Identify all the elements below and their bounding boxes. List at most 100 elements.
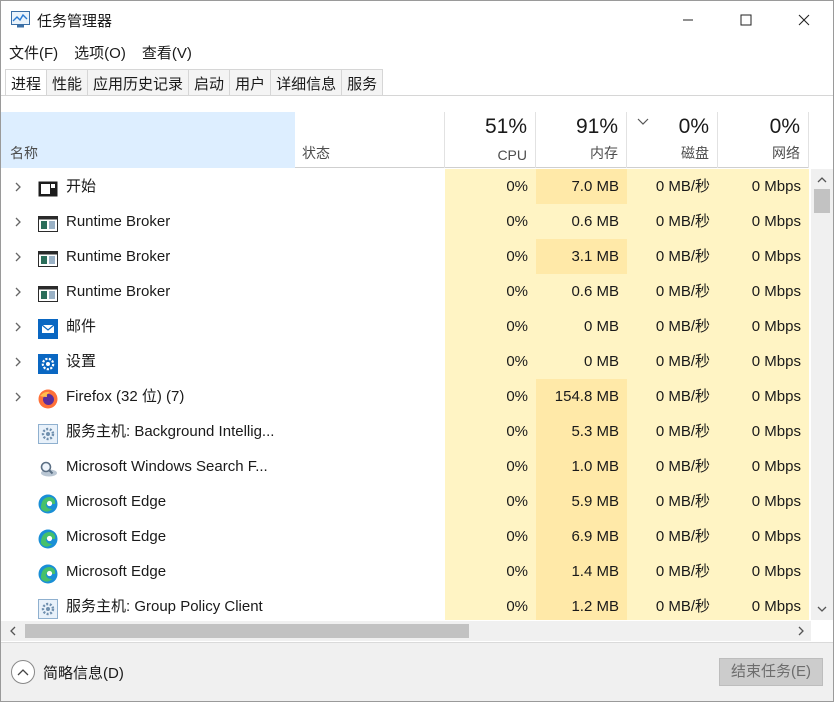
process-name: Microsoft Edge: [66, 563, 167, 580]
memory-value: 1.0 MB: [536, 449, 627, 484]
edge-icon: [38, 527, 58, 549]
vertical-scrollbar[interactable]: [811, 169, 833, 620]
close-icon: [798, 14, 810, 26]
process-row[interactable]: 服务主机: Background Intellig... 0% 5.3 MB 0 MB…: [1, 414, 809, 449]
process-row[interactable]: 设置 0% 0 MB 0 MB/秒 0 Mbps: [1, 344, 809, 379]
scroll-right-button[interactable]: [793, 623, 809, 639]
tab-processes[interactable]: 进程: [5, 69, 48, 96]
expand-chevron-icon[interactable]: [7, 344, 29, 379]
column-header-memory[interactable]: 91% 内存: [536, 112, 627, 168]
memory-total-percent: 91%: [575, 115, 618, 138]
process-name: 服务主机: Background Intellig...: [66, 423, 275, 440]
process-row[interactable]: 邮件 0% 0 MB 0 MB/秒 0 Mbps: [1, 309, 809, 344]
fewer-details-label: 简略信息(D): [43, 664, 124, 682]
horizontal-scrollbar[interactable]: [1, 621, 811, 641]
firefox-icon: [38, 387, 58, 409]
process-name: 服务主机: Group Policy Client: [66, 598, 263, 615]
expand-chevron-icon[interactable]: [7, 274, 29, 309]
expand-chevron-icon[interactable]: [7, 169, 29, 204]
column-header-name-label: 名称: [10, 145, 38, 161]
scroll-up-button[interactable]: [814, 171, 830, 187]
expand-chevron-icon[interactable]: [7, 309, 29, 344]
memory-value: 7.0 MB: [536, 169, 627, 204]
network-total-percent: 0%: [769, 115, 800, 138]
scroll-left-button[interactable]: [4, 623, 20, 639]
process-name: Firefox (32 位) (7): [66, 388, 185, 405]
disk-value: 0 MB/秒: [627, 519, 718, 554]
cpu-value: 0%: [445, 414, 536, 449]
memory-value: 0.6 MB: [536, 204, 627, 239]
maximize-button[interactable]: [717, 1, 775, 39]
network-value: 0 Mbps: [718, 449, 809, 484]
tab-startup[interactable]: 启动: [188, 69, 231, 95]
process-row[interactable]: Runtime Broker 0% 0.6 MB 0 MB/秒 0 Mbps: [1, 274, 809, 309]
maximize-icon: [740, 14, 752, 26]
menu-options[interactable]: 选项(O): [66, 39, 134, 65]
process-row[interactable]: Microsoft Windows Search F... 0% 1.0 MB 0 M…: [1, 449, 809, 484]
process-name: Microsoft Edge: [66, 528, 167, 545]
process-row[interactable]: 开始 0% 7.0 MB 0 MB/秒 0 Mbps: [1, 169, 809, 204]
runtime-broker-icon: [38, 212, 58, 232]
menu-file[interactable]: 文件(F): [1, 39, 66, 65]
network-value: 0 Mbps: [718, 274, 809, 309]
network-value: 0 Mbps: [718, 379, 809, 414]
task-manager-icon: [11, 11, 30, 28]
column-header-network[interactable]: 0% 网络: [718, 112, 809, 168]
disk-value: 0 MB/秒: [627, 484, 718, 519]
title-bar[interactable]: 任务管理器: [1, 1, 833, 39]
disk-value: 0 MB/秒: [627, 379, 718, 414]
horizontal-scroll-thumb[interactable]: [25, 624, 469, 638]
memory-value: 0.6 MB: [536, 274, 627, 309]
end-task-button[interactable]: 结束任务(E): [719, 658, 823, 686]
fewer-details-button[interactable]: 简略信息(D): [11, 660, 124, 684]
expand-chevron-icon[interactable]: [7, 204, 29, 239]
runtime-broker-icon: [38, 282, 58, 302]
vertical-scroll-thumb[interactable]: [814, 189, 830, 213]
minimize-button[interactable]: [659, 1, 717, 39]
tab-app-history[interactable]: 应用历史记录: [87, 69, 190, 95]
cpu-value: 0%: [445, 554, 536, 589]
column-header-name[interactable]: 名称: [1, 112, 295, 168]
memory-value: 1.4 MB: [536, 554, 627, 589]
disk-value: 0 MB/秒: [627, 589, 718, 620]
disk-value: 0 MB/秒: [627, 239, 718, 274]
menu-view[interactable]: 查看(V): [134, 39, 200, 65]
process-row[interactable]: 服务主机: Group Policy Client 0% 1.2 MB 0 MB/秒 0…: [1, 589, 809, 620]
network-value: 0 Mbps: [718, 519, 809, 554]
process-row[interactable]: Microsoft Edge 0% 1.4 MB 0 MB/秒 0 Mbps: [1, 554, 809, 589]
process-list: 开始 0% 7.0 MB 0 MB/秒 0 Mbps Runtime Broker 0% 0.…: [1, 169, 809, 620]
column-header: 名称 状态 51% CPU 91% 内存 0% 磁盘 0% 网络: [1, 112, 809, 168]
cpu-value: 0%: [445, 239, 536, 274]
tab-users[interactable]: 用户: [229, 69, 272, 95]
process-row[interactable]: Firefox (32 位) (7) 0% 154.8 MB 0 MB/秒 0 Mbps: [1, 379, 809, 414]
disk-value: 0 MB/秒: [627, 449, 718, 484]
runtime-broker-icon: [38, 247, 58, 267]
network-value: 0 Mbps: [718, 554, 809, 589]
process-row[interactable]: Microsoft Edge 0% 6.9 MB 0 MB/秒 0 Mbps: [1, 519, 809, 554]
chevron-left-icon: [9, 626, 15, 636]
process-name: 设置: [66, 353, 97, 370]
cpu-value: 0%: [445, 379, 536, 414]
column-header-disk[interactable]: 0% 磁盘: [627, 112, 718, 168]
close-button[interactable]: [775, 1, 833, 39]
scroll-down-button[interactable]: [814, 601, 830, 617]
process-name: Runtime Broker: [66, 213, 171, 230]
expand-chevron-icon[interactable]: [7, 379, 29, 414]
expand-chevron-icon[interactable]: [7, 239, 29, 274]
process-row[interactable]: Runtime Broker 0% 3.1 MB 0 MB/秒 0 Mbps: [1, 239, 809, 274]
process-row[interactable]: Runtime Broker 0% 0.6 MB 0 MB/秒 0 Mbps: [1, 204, 809, 239]
cpu-value: 0%: [445, 204, 536, 239]
disk-value: 0 MB/秒: [627, 309, 718, 344]
process-name: 开始: [66, 178, 97, 195]
column-header-status[interactable]: 状态: [295, 112, 445, 168]
memory-value: 0 MB: [536, 309, 627, 344]
column-header-cpu[interactable]: 51% CPU: [445, 112, 536, 168]
service-host-icon: [38, 422, 58, 444]
tab-services[interactable]: 服务: [341, 69, 384, 95]
disk-total-percent: 0%: [678, 115, 709, 138]
process-name: 邮件: [66, 318, 97, 335]
process-row[interactable]: Microsoft Edge 0% 5.9 MB 0 MB/秒 0 Mbps: [1, 484, 809, 519]
tab-performance[interactable]: 性能: [46, 69, 89, 95]
tab-details[interactable]: 详细信息: [270, 69, 343, 95]
network-column-label: 网络: [772, 145, 800, 161]
